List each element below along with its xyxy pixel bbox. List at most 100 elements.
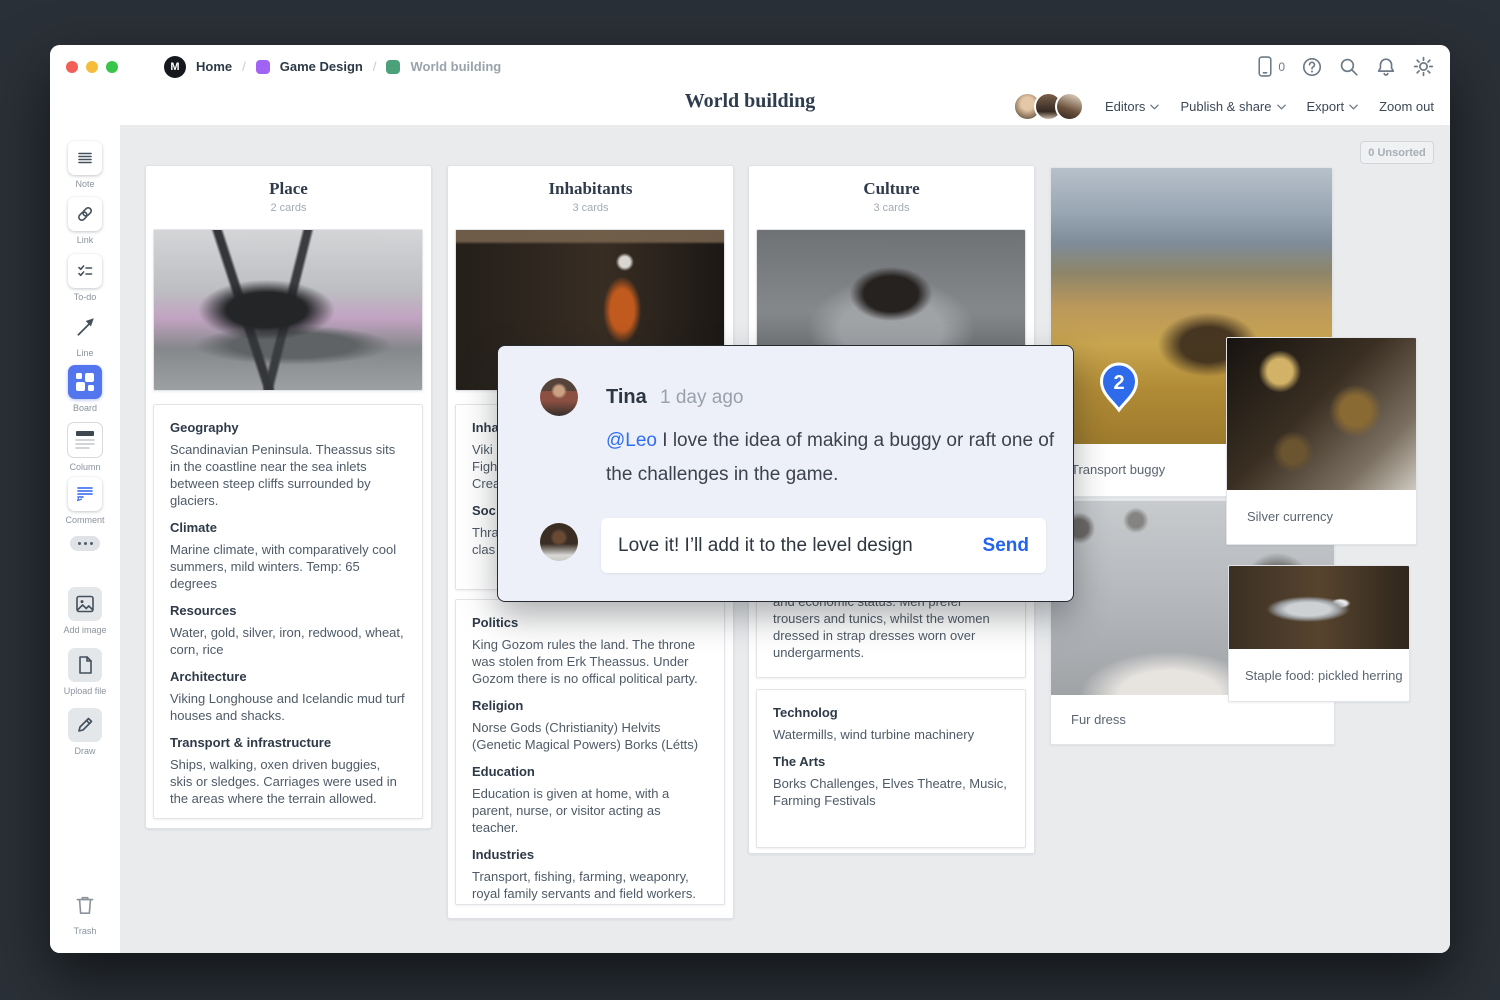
maximize-window-button[interactable] <box>106 61 118 73</box>
add-image-icon <box>75 594 95 614</box>
column-place[interactable]: Place 2 cards Geography Scandinavian Pen… <box>145 165 432 829</box>
project-color-icon <box>256 60 270 74</box>
export-dropdown[interactable]: Export <box>1307 99 1359 114</box>
help-icon[interactable] <box>1302 57 1322 77</box>
shipwreck-photo <box>154 230 422 390</box>
editor-avatars[interactable] <box>1013 92 1084 121</box>
section-body: Education is given at home, with a paren… <box>472 785 708 836</box>
image-card-silver-currency[interactable]: Silver currency <box>1226 337 1417 545</box>
draw-pencil-icon <box>75 715 95 735</box>
tool-label: Add image <box>63 625 106 635</box>
comment-pin[interactable]: 2 <box>1098 361 1140 413</box>
breadcrumb: Home / Game Design / World building <box>196 59 501 74</box>
notifications-bell-icon[interactable] <box>1376 57 1396 77</box>
tool-label: Line <box>76 348 93 358</box>
upload-file-icon <box>75 655 95 675</box>
section-heading: Transport & infrastructure <box>170 735 406 750</box>
avatar <box>540 378 578 416</box>
section-body: Watermills, wind turbine machinery <box>773 726 1009 743</box>
line-arrow-icon <box>74 316 96 338</box>
section-heading: Religion <box>472 698 708 713</box>
tool-upload-file[interactable]: Upload file <box>50 648 120 696</box>
editors-dropdown[interactable]: Editors <box>1105 99 1159 114</box>
editors-label: Editors <box>1105 99 1145 114</box>
column-title: Culture <box>749 179 1034 199</box>
search-icon[interactable] <box>1339 57 1359 77</box>
comment-popup: Tina 1 day ago @Leo I love the idea of m… <box>497 345 1074 602</box>
section-body: Water, gold, silver, iron, redwood, whea… <box>170 624 406 658</box>
desktop: M Home / Game Design / World building 0 <box>0 0 1500 1000</box>
column-header[interactable]: Place 2 cards <box>146 166 431 214</box>
column-title: Place <box>146 179 431 199</box>
comment-timestamp: 1 day ago <box>660 387 743 409</box>
titlebar-actions: 0 <box>1257 56 1434 77</box>
section-body: Ships, walking, oxen driven buggies, ski… <box>170 756 406 807</box>
mention-link[interactable]: @Leo <box>606 430 657 451</box>
unsorted-badge[interactable]: 0 Unsorted <box>1360 141 1434 164</box>
tool-label: Upload file <box>64 686 107 696</box>
reply-input[interactable]: Love it! I’ll add it to the level design… <box>601 518 1046 573</box>
image-caption: Staple food: pickled herring <box>1245 668 1403 683</box>
breadcrumb-project[interactable]: Game Design <box>280 59 363 74</box>
section-body: Marine climate, with comparatively cool … <box>170 541 406 592</box>
board-canvas[interactable]: 0 Unsorted Place 2 cards Geography Scand… <box>120 125 1450 953</box>
chevron-down-icon <box>1349 104 1358 110</box>
close-window-button[interactable] <box>66 61 78 73</box>
column-count: 3 cards <box>749 202 1034 214</box>
tool-comment[interactable]: Comment <box>50 477 120 525</box>
pin-count: 2 <box>1113 372 1124 394</box>
breadcrumb-home[interactable]: Home <box>196 59 232 74</box>
settings-gear-icon[interactable] <box>1413 56 1434 77</box>
comment-text: @Leo I love the idea of making a buggy o… <box>606 424 1071 492</box>
text-card-inhabitants-2[interactable]: Politics King Gozom rules the land. The … <box>455 599 725 905</box>
tool-link[interactable]: Link <box>50 197 120 245</box>
traffic-lights <box>66 61 118 73</box>
publish-share-dropdown[interactable]: Publish & share <box>1180 99 1285 114</box>
tool-label: Board <box>73 403 97 413</box>
tool-add-image[interactable]: Add image <box>50 587 120 635</box>
section-heading: Industries <box>472 847 708 862</box>
column-title: Inhabitants <box>448 179 733 199</box>
section-heading: Resources <box>170 603 406 618</box>
tool-note[interactable]: Note <box>50 141 120 189</box>
tool-column[interactable]: Column <box>50 422 120 472</box>
breadcrumb-separator: / <box>373 59 377 74</box>
publish-share-label: Publish & share <box>1180 99 1271 114</box>
column-icon <box>68 423 102 457</box>
milanote-logo-icon[interactable]: M <box>164 56 186 78</box>
zoom-out-button[interactable]: Zoom out <box>1379 99 1434 114</box>
image-card-pickled-herring[interactable]: Staple food: pickled herring <box>1228 565 1410 702</box>
board-color-icon <box>386 60 400 74</box>
todo-icon <box>76 262 94 280</box>
text-card-culture-2[interactable]: Technolog Watermills, wind turbine machi… <box>756 689 1026 848</box>
tool-board[interactable]: Board <box>50 365 120 413</box>
tool-more[interactable] <box>50 536 120 551</box>
tool-trash[interactable]: Trash <box>50 888 120 936</box>
column-count: 3 cards <box>448 202 733 214</box>
tool-line[interactable]: Line <box>50 310 120 358</box>
column-header[interactable]: Culture 3 cards <box>749 166 1034 214</box>
tool-label: Note <box>75 179 94 189</box>
tool-todo[interactable]: To-do <box>50 254 120 302</box>
avatar[interactable] <box>1055 92 1084 121</box>
board-header: World building Editors Publish & share E… <box>50 88 1450 125</box>
more-tools-icon <box>70 536 100 551</box>
zoom-out-label: Zoom out <box>1379 99 1434 114</box>
column-header[interactable]: Inhabitants 3 cards <box>448 166 733 214</box>
chevron-down-icon <box>1277 104 1286 110</box>
mobile-device-icon[interactable] <box>1257 56 1273 77</box>
herring-photo <box>1229 566 1409 649</box>
breadcrumb-board[interactable]: World building <box>410 59 501 74</box>
text-card-place[interactable]: Geography Scandinavian Peninsula. Theass… <box>153 404 423 819</box>
section-heading: Education <box>472 764 708 779</box>
send-button[interactable]: Send <box>966 535 1046 557</box>
tool-draw[interactable]: Draw <box>50 708 120 756</box>
section-heading: Politics <box>472 615 708 630</box>
reply-input-value[interactable]: Love it! I’ll add it to the level design <box>601 535 966 557</box>
column-count: 2 cards <box>146 202 431 214</box>
minimize-window-button[interactable] <box>86 61 98 73</box>
section-body: Transport, fishing, farming, weaponry, r… <box>472 868 708 902</box>
section-body: Viking Longhouse and Icelandic mud turf … <box>170 690 406 724</box>
image-card-shipwreck[interactable] <box>153 229 423 391</box>
device-count: 0 <box>1278 60 1285 74</box>
